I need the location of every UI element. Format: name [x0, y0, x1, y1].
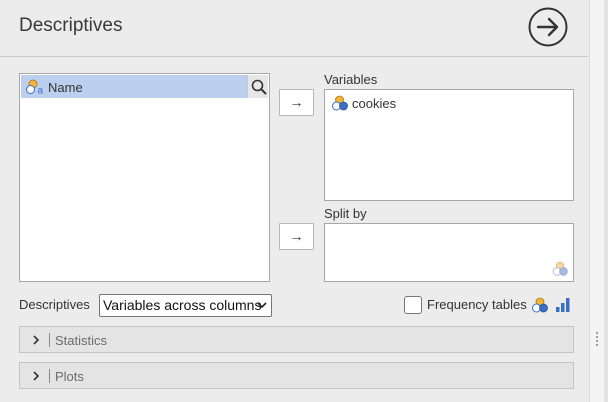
frequency-tables-checkbox[interactable] — [404, 296, 422, 314]
select-value: Variables across columns — [103, 297, 262, 313]
chevron-down-icon — [257, 302, 267, 309]
section-title: Statistics — [55, 333, 108, 348]
split-by-list[interactable] — [324, 223, 574, 282]
move-to-variables-button[interactable]: → — [279, 89, 314, 116]
frequency-tables-label: Frequency tables — [427, 297, 527, 312]
move-to-split-by-button[interactable]: → — [279, 223, 314, 250]
variable-name: Name — [48, 80, 83, 95]
section-separator — [49, 333, 50, 347]
title-divider — [0, 56, 588, 57]
variables-list[interactable]: cookies — [324, 89, 574, 201]
list-item[interactable]: a Name — [21, 75, 247, 98]
page-title: Descriptives — [19, 15, 123, 36]
section-title: Plots — [55, 369, 84, 384]
search-button[interactable] — [247, 75, 268, 98]
results-scrollbar[interactable] — [589, 0, 608, 402]
variables-label: Variables — [324, 72, 378, 87]
plots-section-header[interactable]: Plots — [19, 362, 574, 389]
descriptives-layout-select[interactable]: Variables across columns — [99, 294, 272, 317]
split-by-label: Split by — [324, 206, 367, 221]
svg-text:a: a — [38, 86, 44, 96]
run-button[interactable] — [528, 7, 568, 47]
descriptives-label: Descriptives — [19, 297, 90, 312]
nominal-variable-icon — [552, 261, 568, 276]
nominal-variable-icon — [532, 297, 548, 313]
nominal-variable-icon — [332, 95, 348, 111]
chevron-right-icon — [33, 371, 40, 381]
section-separator — [49, 369, 50, 383]
resize-grip[interactable] — [595, 331, 599, 347]
source-variable-list[interactable]: a Name — [19, 73, 270, 282]
scrollbar-track[interactable] — [604, 0, 608, 402]
ordinal-bar-icon — [556, 298, 570, 312]
nominal-text-icon: a — [26, 79, 44, 96]
statistics-section-header[interactable]: Statistics — [19, 326, 574, 353]
chevron-right-icon — [33, 335, 40, 345]
variable-name: cookies — [352, 96, 397, 111]
arrow-circle-right-icon — [528, 7, 568, 47]
search-icon — [251, 79, 267, 95]
